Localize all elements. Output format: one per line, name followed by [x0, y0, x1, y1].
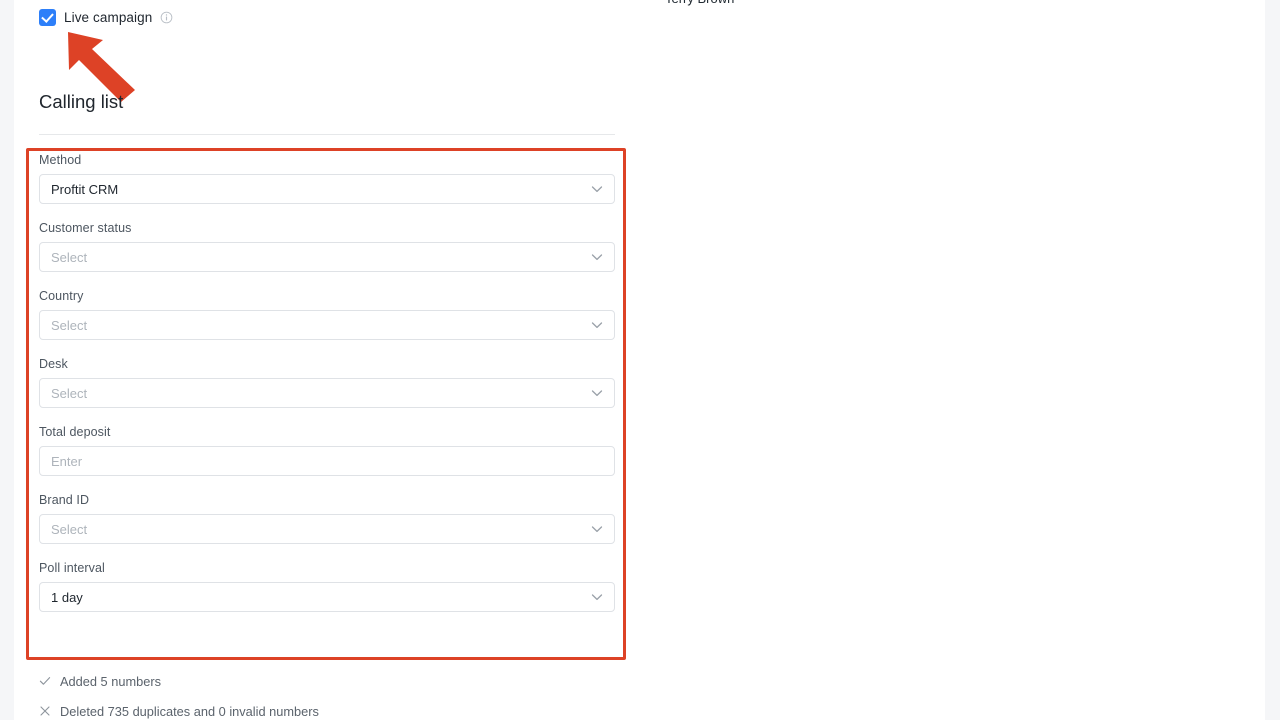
chevron-down-icon[interactable]: [589, 181, 605, 197]
info-circle-icon[interactable]: [160, 11, 173, 24]
title-divider: [39, 134, 615, 135]
country-placeholder: Select: [51, 317, 88, 333]
status-deleted-text: Deleted 735 duplicates and 0 invalid num…: [60, 703, 319, 719]
field-country-label: Country: [39, 289, 84, 303]
field-method-label: Method: [39, 153, 82, 167]
poll-interval-value: 1 day: [51, 589, 83, 605]
country-select[interactable]: Select: [39, 310, 615, 340]
calling-list-form: Method Proftit CRM Customer status Selec…: [39, 153, 615, 612]
app-root: Terry Brown Live campaign Calling list M…: [0, 0, 1280, 720]
field-brand-id: Brand ID Select: [39, 493, 615, 544]
live-campaign-label: Live campaign: [64, 9, 153, 25]
poll-interval-select[interactable]: 1 day: [39, 582, 615, 612]
desk-placeholder: Select: [51, 385, 88, 401]
status-added-text: Added 5 numbers: [60, 673, 162, 689]
page-gutter-left: [0, 0, 14, 720]
close-x-icon: [40, 706, 50, 716]
page-title: Calling list: [39, 91, 124, 112]
field-desk: Desk Select: [39, 357, 615, 408]
field-desk-label: Desk: [39, 357, 68, 371]
field-method: Method Proftit CRM: [39, 153, 615, 204]
chevron-down-icon[interactable]: [589, 521, 605, 537]
method-select[interactable]: Proftit CRM: [39, 174, 615, 204]
total-deposit-placeholder: Enter: [51, 453, 83, 469]
page-gutter-right: [1265, 0, 1280, 720]
field-country: Country Select: [39, 289, 615, 340]
field-poll-interval-label: Poll interval: [39, 561, 105, 575]
status-row-added: Added 5 numbers: [39, 670, 639, 692]
field-total-deposit: Total deposit Enter: [39, 425, 615, 476]
customer-status-placeholder: Select: [51, 249, 88, 265]
chevron-down-icon[interactable]: [589, 589, 605, 605]
status-row-deleted: Deleted 735 duplicates and 0 invalid num…: [39, 700, 639, 720]
field-customer-status: Customer status Select: [39, 221, 615, 272]
annotation-arrow: [68, 32, 135, 102]
chevron-down-icon[interactable]: [589, 317, 605, 333]
field-customer-status-label: Customer status: [39, 221, 132, 235]
upload-status-list: Added 5 numbers Deleted 735 duplicates a…: [39, 670, 639, 720]
check-icon: [39, 677, 51, 685]
field-total-deposit-label: Total deposit: [39, 425, 111, 439]
live-campaign-row[interactable]: Live campaign: [39, 8, 173, 26]
clipped-user-name: Terry Brown: [665, 0, 734, 6]
desk-select[interactable]: Select: [39, 378, 615, 408]
field-brand-id-label: Brand ID: [39, 493, 90, 507]
brand-id-select[interactable]: Select: [39, 514, 615, 544]
customer-status-select[interactable]: Select: [39, 242, 615, 272]
method-select-value: Proftit CRM: [51, 181, 119, 197]
chevron-down-icon[interactable]: [589, 249, 605, 265]
total-deposit-input[interactable]: Enter: [39, 446, 615, 476]
field-poll-interval: Poll interval 1 day: [39, 561, 615, 612]
live-campaign-checkbox[interactable]: [39, 8, 56, 26]
chevron-down-icon[interactable]: [589, 385, 605, 401]
brand-id-placeholder: Select: [51, 521, 88, 537]
